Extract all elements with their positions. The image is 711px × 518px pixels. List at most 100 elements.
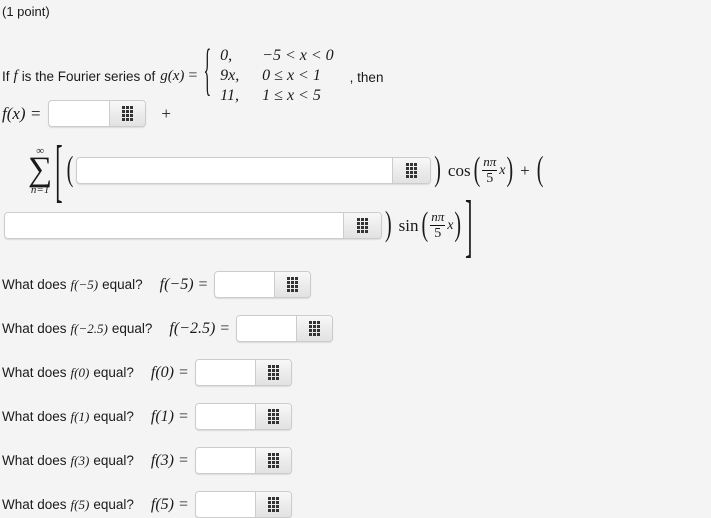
problem-statement: If f is the Fourier series of g(x) = { 0…	[2, 43, 384, 106]
cos-label: cos	[447, 160, 471, 180]
summation-symbol: ∞ ∑ n=1	[28, 146, 52, 196]
question-function-label: f(5)	[70, 496, 90, 512]
question-row-f-5: What does f(5) equal? f(5) =	[2, 491, 292, 518]
question-row-f-minus-2-5: What does f(−2.5) equal? f(−2.5) =	[2, 315, 334, 342]
frac-numerator: nπ	[431, 209, 445, 224]
answer-input-f-1[interactable]	[195, 404, 255, 429]
intro-middle-text: is the Fourier series of	[21, 68, 156, 84]
question-equation-label: f(5) =	[150, 495, 189, 513]
question-prompt-prefix: What does	[2, 453, 67, 468]
grid-icon-button[interactable]	[109, 101, 146, 126]
case-condition: 0 ≤ x < 1	[262, 67, 321, 84]
answer-input-f-0[interactable]	[195, 360, 255, 385]
summation-lower-limit: n=1	[30, 183, 50, 196]
answer-box-f-3[interactable]	[194, 447, 292, 474]
case-value: 0,	[220, 47, 233, 64]
case-value: 11,	[220, 87, 239, 104]
answer-box-f-1[interactable]	[194, 403, 292, 430]
frac-denominator: 5	[486, 170, 494, 186]
fx-label: f(x) =	[2, 103, 42, 123]
intro-prefix: If	[2, 68, 10, 84]
grid-icon-button[interactable]	[343, 213, 381, 239]
grid-icon	[267, 365, 279, 380]
n-pi-over-5-fraction: nπ 5	[482, 154, 498, 186]
grid-icon	[357, 218, 368, 234]
case-value: 9x,	[220, 67, 240, 84]
grid-icon	[267, 453, 279, 468]
frac-variable: x	[447, 217, 454, 233]
answer-input-f-3[interactable]	[195, 448, 255, 473]
question-prompt-suffix: equal?	[93, 497, 134, 512]
bracket-close: ]	[465, 184, 473, 265]
question-row-f-minus-5: What does f(−5) equal? f(−5) =	[2, 271, 312, 298]
piecewise-case-row: 11, 1 ≤ x < 5	[220, 86, 334, 106]
answer-box-f-minus-2-5[interactable]	[236, 315, 334, 342]
grid-icon	[267, 409, 279, 424]
question-equation-label: f(−5) =	[159, 275, 209, 293]
grid-icon-button[interactable]	[274, 272, 311, 297]
grid-icon-button[interactable]	[254, 360, 291, 385]
intro-equals-sign: =	[188, 67, 198, 84]
answer-input-f-5[interactable]	[195, 492, 255, 517]
question-prompt-prefix: What does	[2, 365, 67, 380]
series-inner-plus: +	[520, 160, 530, 180]
question-row-f-0: What does f(0) equal? f(0) =	[2, 359, 292, 386]
grid-icon-button[interactable]	[254, 404, 291, 429]
grid-icon-button[interactable]	[254, 448, 291, 473]
frac-paren-open: (	[473, 151, 481, 189]
frac-paren-open: (	[421, 206, 429, 244]
grid-icon	[267, 497, 279, 512]
grid-icon-button[interactable]	[254, 492, 291, 517]
grid-icon	[406, 163, 418, 179]
grid-icon	[122, 106, 134, 121]
piecewise-cases: 0, −5 < x < 0 9x, 0 ≤ x < 1 11, 1 ≤ x < …	[220, 46, 334, 106]
fx-plus-sign: +	[161, 103, 171, 123]
case-condition: 1 ≤ x < 5	[262, 87, 321, 104]
frac-paren-close: )	[506, 151, 514, 189]
intro-f-symbol: f	[13, 67, 18, 84]
question-equation-label: f(−2.5) =	[169, 319, 231, 337]
frac-numerator: nπ	[483, 154, 497, 170]
grid-icon	[287, 277, 299, 292]
question-function-label: f(3)	[70, 452, 90, 468]
sin-argument: ( nπ 5 x )	[421, 206, 463, 243]
question-prompt-suffix: equal?	[102, 277, 143, 292]
piecewise-case-row: 9x, 0 ≤ x < 1	[220, 66, 334, 86]
grid-icon-button[interactable]	[296, 316, 333, 341]
answer-box-f-0[interactable]	[194, 359, 292, 386]
paren-close-sin: )	[385, 205, 392, 245]
piecewise-case-row: 0, −5 < x < 0	[220, 46, 334, 66]
question-prompt-suffix: equal?	[93, 365, 134, 380]
left-brace: {	[203, 43, 212, 105]
paren-close-cos: )	[434, 150, 441, 190]
series-line-two: ) sin ( nπ 5 x ) ]	[4, 184, 474, 264]
question-row-f-1: What does f(1) equal? f(1) =	[2, 403, 292, 430]
question-prompt-prefix: What does	[2, 497, 67, 512]
piecewise-definition: { 0, −5 < x < 0 9x, 0 ≤ x < 1 11, 1 ≤ x …	[202, 43, 384, 106]
sin-coefficient-input[interactable]	[5, 213, 343, 239]
answer-box-f-minus-5[interactable]	[214, 271, 312, 298]
paren-open-cos: (	[66, 150, 74, 190]
answer-input-f-minus-2-5[interactable]	[237, 316, 297, 341]
cos-coefficient-input[interactable]	[77, 158, 393, 184]
question-equation-label: f(3) =	[150, 451, 189, 469]
cos-coefficient-box[interactable]	[76, 157, 432, 185]
question-function-label: f(1)	[70, 408, 90, 424]
grid-icon-button[interactable]	[392, 158, 431, 184]
question-prompt-suffix: equal?	[93, 409, 134, 424]
sin-coefficient-box[interactable]	[4, 212, 382, 240]
question-prompt-prefix: What does	[2, 277, 67, 292]
fx-equation-row: f(x) = +	[2, 100, 171, 127]
frac-denominator: 5	[434, 225, 442, 241]
frac-variable: x	[499, 162, 506, 178]
fx-input[interactable]	[49, 101, 110, 126]
answer-input-f-minus-5[interactable]	[215, 272, 275, 297]
question-equation-label: f(1) =	[150, 407, 189, 425]
case-condition: −5 < x < 0	[262, 47, 334, 64]
question-function-label: f(−2.5)	[70, 320, 108, 336]
question-equation-label: f(0) =	[150, 363, 189, 381]
question-prompt-prefix: What does	[2, 409, 67, 424]
fx-answer-box[interactable]	[48, 100, 147, 127]
answer-box-f-5[interactable]	[194, 491, 292, 518]
question-function-label: f(0)	[70, 364, 90, 380]
